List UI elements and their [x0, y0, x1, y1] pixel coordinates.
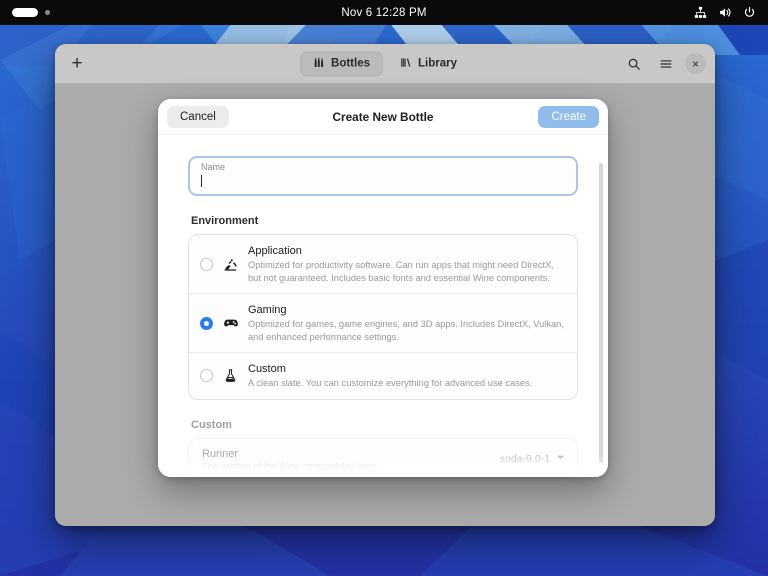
- topbar-center: Nov 6 12:28 PM: [200, 7, 568, 19]
- runner-dropdown[interactable]: soda-9.0-1: [500, 453, 565, 465]
- network-icon[interactable]: [694, 6, 707, 19]
- dialog-scrollbar[interactable]: [599, 163, 603, 463]
- gaming-title: Gaming: [248, 304, 287, 316]
- gaming-description: Optimized for games, game engines, and 3…: [248, 319, 564, 342]
- radio-application[interactable]: [200, 257, 213, 271]
- custom-option-text: Custom A clean slate. You can customize …: [248, 362, 565, 390]
- menu-icon[interactable]: [653, 51, 679, 77]
- tab-bottles[interactable]: Bottles: [300, 51, 383, 76]
- clock[interactable]: Nov 6 12:28 PM: [341, 7, 426, 19]
- close-icon[interactable]: ×: [685, 53, 706, 74]
- bottle-name-input[interactable]: Name: [188, 156, 578, 196]
- environment-option-custom[interactable]: Custom A clean slate. You can customize …: [189, 353, 577, 399]
- workspace-dot: [45, 10, 50, 15]
- topbar-left: [0, 8, 200, 17]
- activities-pill[interactable]: [12, 8, 38, 17]
- custom-options-card: Runner The version of the Wine compatibi…: [188, 437, 578, 478]
- chevron-down-icon: [556, 453, 565, 465]
- runner-text: Runner The version of the Wine compatibi…: [202, 448, 500, 471]
- custom-section: Custom Runner The version of the Wine co…: [188, 418, 578, 478]
- cancel-button[interactable]: Cancel: [167, 105, 229, 128]
- library-icon: [400, 56, 412, 71]
- environment-options-card: Application Optimized for productivity s…: [188, 234, 578, 400]
- bottles-icon: [313, 56, 325, 71]
- text-caret: [201, 175, 202, 187]
- create-button[interactable]: Create: [538, 105, 599, 128]
- flask-icon: [222, 368, 239, 383]
- runner-title: Runner: [202, 447, 239, 460]
- tab-library-label: Library: [417, 57, 457, 70]
- application-icon: [222, 257, 239, 272]
- header-actions: ×: [621, 51, 706, 77]
- application-description: Optimized for productivity software. Can…: [248, 260, 554, 283]
- environment-option-application[interactable]: Application Optimized for productivity s…: [189, 235, 577, 294]
- dialog-scroll-area[interactable]: Name Environment Application Optimized f…: [158, 135, 608, 477]
- search-icon[interactable]: [621, 51, 647, 77]
- gamepad-icon: [222, 315, 239, 331]
- radio-custom[interactable]: [200, 369, 213, 383]
- custom-title: Custom: [248, 363, 286, 375]
- view-switcher: Bottles Library: [300, 51, 470, 76]
- runner-description: The version of the Wine compatibility la…: [202, 460, 379, 471]
- environment-option-gaming[interactable]: Gaming Optimized for games, game engines…: [189, 294, 577, 353]
- dialog-header: Cancel Create New Bottle Create: [158, 99, 608, 135]
- create-new-bottle-dialog: Cancel Create New Bottle Create Name Env…: [158, 99, 608, 477]
- custom-description: A clean slate. You can customize everyth…: [248, 378, 533, 388]
- bottle-name-label: Name: [201, 162, 226, 172]
- application-title: Application: [248, 245, 302, 257]
- new-bottle-button[interactable]: +: [64, 51, 90, 77]
- runner-value: soda-9.0-1: [499, 453, 550, 465]
- system-top-bar: Nov 6 12:28 PM: [0, 0, 768, 25]
- power-icon[interactable]: [743, 6, 756, 19]
- tab-library[interactable]: Library: [387, 51, 470, 76]
- volume-icon[interactable]: [718, 6, 732, 19]
- radio-gaming[interactable]: [200, 316, 213, 330]
- gaming-option-text: Gaming Optimized for games, game engines…: [248, 303, 565, 343]
- custom-section-title: Custom: [191, 418, 232, 431]
- window-header-bar: + Bottles Library ×: [55, 44, 715, 84]
- topbar-tray: [568, 6, 768, 19]
- runner-row[interactable]: Runner The version of the Wine compatibi…: [189, 439, 577, 478]
- tab-bottles-label: Bottles: [331, 57, 370, 70]
- application-option-text: Application Optimized for productivity s…: [248, 244, 565, 284]
- environment-section-title: Environment: [191, 215, 259, 227]
